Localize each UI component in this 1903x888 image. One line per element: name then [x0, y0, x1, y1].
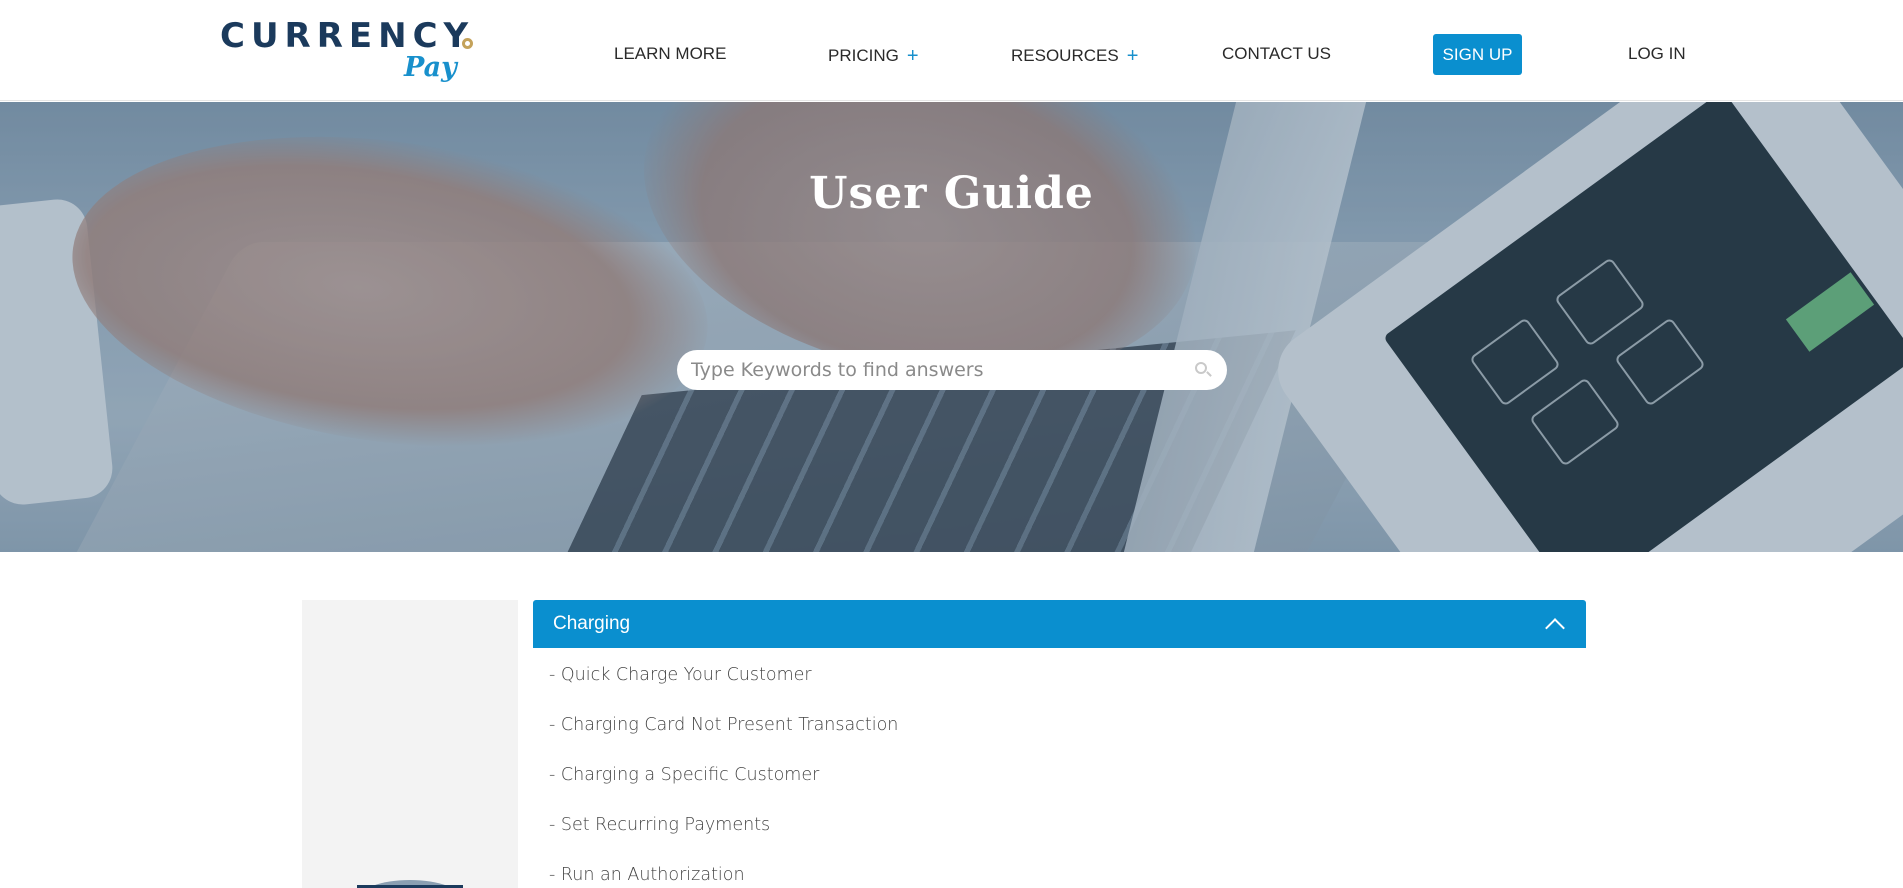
- accordion-charging-header[interactable]: Charging: [533, 600, 1586, 648]
- search-input[interactable]: [691, 359, 1193, 381]
- currency-pay-logo[interactable]: CURRENCY Pay: [220, 16, 480, 86]
- link-quick-charge[interactable]: - Quick Charge Your Customer: [549, 665, 812, 685]
- nav-pricing[interactable]: PRICING +: [828, 44, 919, 67]
- nav-resources[interactable]: RESOURCES +: [1011, 44, 1138, 67]
- nav-pricing-label: PRICING: [828, 46, 899, 65]
- logo-dot-icon: [462, 38, 473, 49]
- nav-learn-more-label: LEARN MORE: [614, 44, 727, 63]
- logo-wordmark: CURRENCY: [220, 16, 475, 56]
- sign-up-label: SIGN UP: [1442, 44, 1513, 64]
- link-recurring-payments[interactable]: - Set Recurring Payments: [549, 815, 770, 835]
- nav-log-in-label: LOG IN: [1628, 44, 1686, 63]
- search-bar[interactable]: [677, 350, 1227, 390]
- list-item[interactable]: - Charging a Specific Customer: [549, 750, 898, 800]
- logo-subtitle: Pay: [404, 52, 457, 83]
- sign-up-button[interactable]: SIGN UP: [1433, 34, 1522, 75]
- chevron-up-icon[interactable]: [1545, 618, 1565, 638]
- nav-resources-label: RESOURCES: [1011, 46, 1119, 65]
- nav-contact-us-label: CONTACT US: [1222, 44, 1331, 63]
- charging-link-list: - Quick Charge Your Customer - Charging …: [549, 650, 898, 888]
- accordion-title: Charging: [553, 613, 631, 634]
- site-header: CURRENCY Pay LEARN MORE PRICING + RESOURC…: [0, 0, 1903, 101]
- link-specific-customer[interactable]: - Charging a Specific Customer: [549, 765, 819, 785]
- search-icon[interactable]: [1193, 360, 1213, 380]
- list-item[interactable]: - Run an Authorization: [549, 850, 898, 888]
- nav-learn-more[interactable]: LEARN MORE: [614, 44, 726, 64]
- sidebar: [302, 600, 518, 888]
- link-run-authorization[interactable]: - Run an Authorization: [549, 865, 745, 885]
- nav-contact-us[interactable]: CONTACT US: [1222, 44, 1331, 64]
- page-title: User Guide: [809, 168, 1094, 219]
- list-item[interactable]: - Quick Charge Your Customer: [549, 650, 898, 700]
- nav-log-in[interactable]: LOG IN: [1628, 44, 1686, 64]
- plus-icon[interactable]: +: [1127, 45, 1139, 67]
- list-item[interactable]: - Set Recurring Payments: [549, 800, 898, 850]
- list-item[interactable]: - Charging Card Not Present Transaction: [549, 700, 898, 750]
- link-card-not-present[interactable]: - Charging Card Not Present Transaction: [549, 715, 898, 735]
- plus-icon[interactable]: +: [907, 45, 919, 67]
